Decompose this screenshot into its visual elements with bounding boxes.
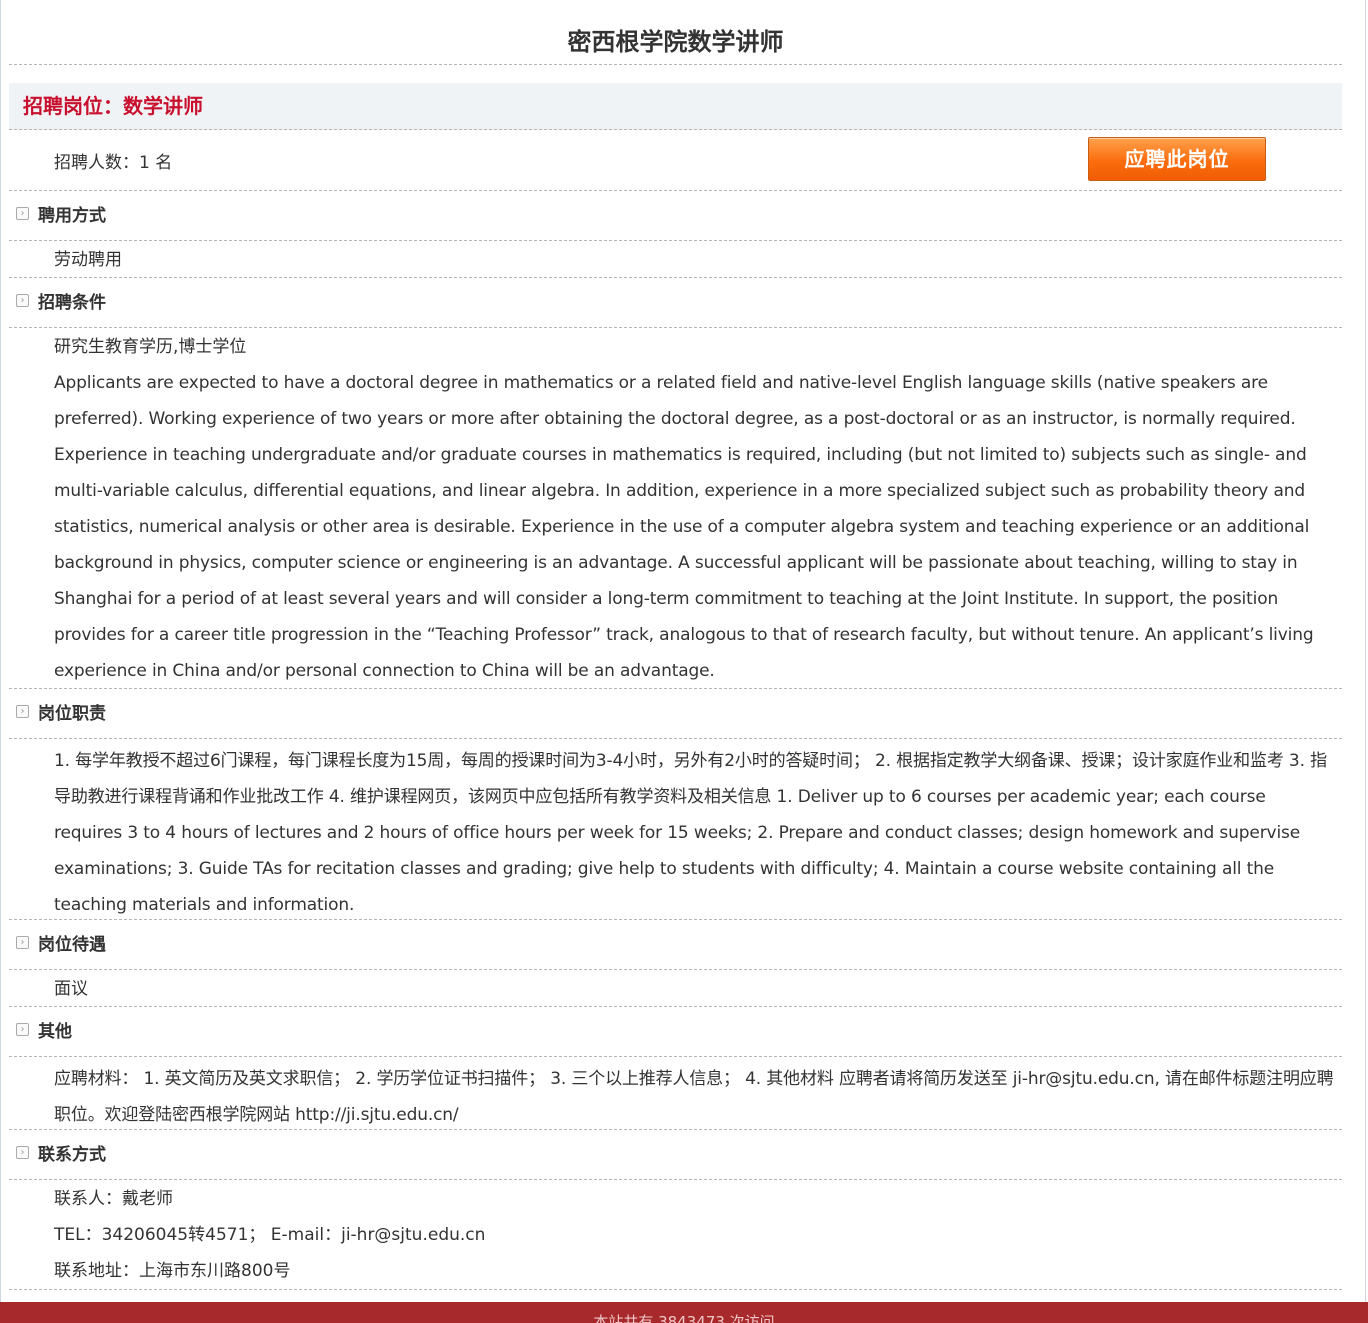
chevron-right-box-icon: › [16, 1023, 29, 1036]
page-title: 密西根学院数学讲师 [9, 0, 1342, 65]
section-header-benefits[interactable]: › 岗位待遇 [9, 920, 1342, 970]
contact-tel-email: TEL：34206045转4571； E-mail：ji-hr@sjtu.edu… [54, 1225, 486, 1245]
duties-text: 1. 每学年教授不超过6门课程，每门课程长度为15周，每周的授课时间为3-4小时… [54, 751, 1327, 915]
conditions-text: Applicants are expected to have a doctor… [54, 373, 1314, 681]
apply-button[interactable]: 应聘此岗位 [1088, 137, 1266, 181]
section-title: 其他 [38, 1022, 72, 1042]
section-title: 招聘条件 [38, 293, 106, 313]
benefits-text: 面议 [54, 979, 88, 999]
section-header-duties[interactable]: › 岗位职责 [9, 689, 1342, 739]
job-detail: 密西根学院数学讲师 招聘岗位：数学讲师 招聘人数：1 名 应聘此岗位 › 聘用方… [9, 0, 1342, 1290]
section-body-conditions: 研究生教育学历,博士学位 Applicants are expected to … [9, 328, 1342, 689]
section-body-employment: 劳动聘用 [9, 241, 1342, 278]
contact-address: 联系地址：上海市东川路800号 [54, 1261, 291, 1281]
section-title: 联系方式 [38, 1145, 106, 1165]
section-body-duties: 1. 每学年教授不超过6门课程，每门课程长度为15周，每周的授课时间为3-4小时… [9, 739, 1342, 920]
hire-count: 招聘人数：1 名 [54, 153, 173, 173]
section-header-conditions[interactable]: › 招聘条件 [9, 278, 1342, 328]
other-text: 应聘材料： 1. 英文简历及英文求职信； 2. 学历学位证书扫描件； 3. 三个… [54, 1069, 1334, 1125]
chevron-right-box-icon: › [16, 705, 29, 718]
section-header-other[interactable]: › 其他 [9, 1007, 1342, 1057]
section-body-benefits: 面议 [9, 970, 1342, 1007]
contact-person: 联系人：戴老师 [54, 1189, 173, 1209]
section-header-contact[interactable]: › 联系方式 [9, 1130, 1342, 1180]
employment-type: 劳动聘用 [54, 250, 122, 270]
chevron-right-box-icon: › [16, 1146, 29, 1159]
degree-requirement: 研究生教育学历,博士学位 [54, 337, 247, 357]
section-title: 聘用方式 [38, 206, 106, 226]
section-title: 岗位职责 [38, 704, 106, 724]
chevron-right-box-icon: › [16, 207, 29, 220]
job-position-bar: 招聘岗位：数学讲师 [9, 83, 1342, 130]
hire-count-row: 招聘人数：1 名 应聘此岗位 [9, 130, 1342, 191]
section-title: 岗位待遇 [38, 935, 106, 955]
chevron-right-box-icon: › [16, 936, 29, 949]
footer-visit-counter: 本站共有 3843473 次访问 [0, 1302, 1368, 1323]
chevron-right-box-icon: › [16, 294, 29, 307]
section-header-employment[interactable]: › 聘用方式 [9, 191, 1342, 241]
section-body-contact: 联系人：戴老师 TEL：34206045转4571； E-mail：ji-hr@… [9, 1180, 1342, 1290]
section-body-other: 应聘材料： 1. 英文简历及英文求职信； 2. 学历学位证书扫描件； 3. 三个… [9, 1057, 1342, 1130]
